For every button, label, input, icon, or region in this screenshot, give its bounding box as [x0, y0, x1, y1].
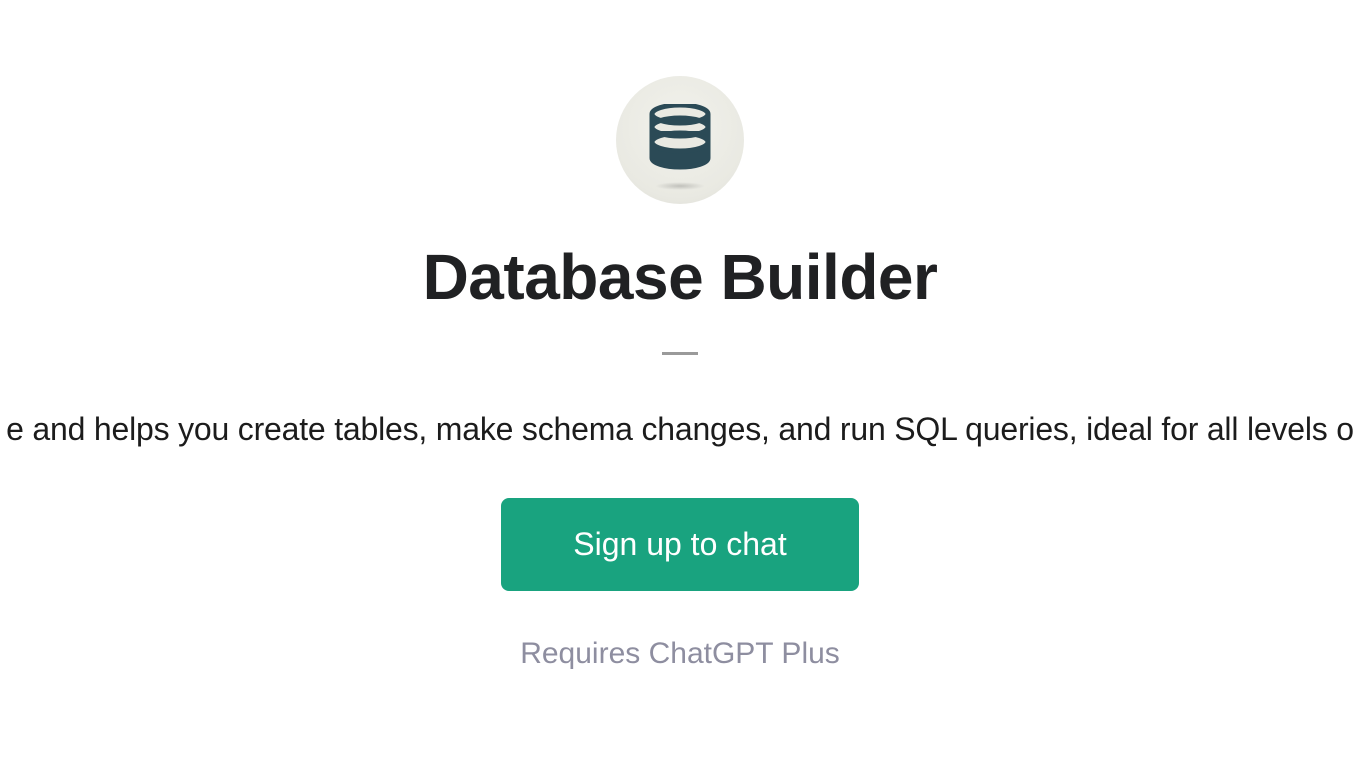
app-description: e and helps you create tables, make sche… — [6, 411, 1354, 448]
requires-text: Requires ChatGPT Plus — [520, 637, 840, 671]
page-title: Database Builder — [423, 240, 938, 314]
icon-shadow — [655, 182, 705, 190]
signup-button[interactable]: Sign up to chat — [501, 498, 858, 591]
app-icon-circle — [616, 76, 744, 204]
database-icon — [649, 104, 711, 176]
title-divider — [662, 352, 698, 355]
